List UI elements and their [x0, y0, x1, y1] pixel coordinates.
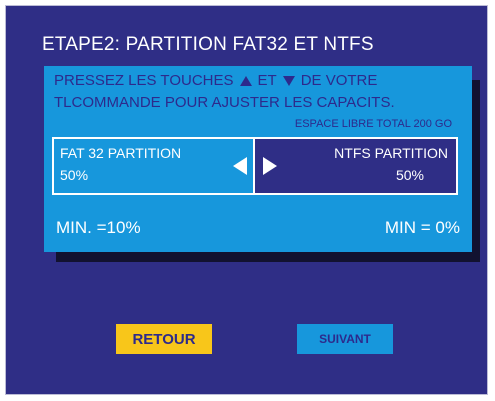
- partition-split-control[interactable]: FAT 32 PARTITION 50% NTFS PARTITION 50%: [52, 137, 458, 195]
- ntfs-percent: 50%: [395, 167, 424, 183]
- partition-screen: ETAPE2: PARTITION FAT32 ET NTFS PRESSEZ …: [5, 5, 488, 395]
- arrow-right-icon[interactable]: [263, 157, 277, 175]
- fat32-partition[interactable]: FAT 32 PARTITION 50%: [54, 139, 255, 193]
- instruction-line-2: TLCOMMANDE POUR AJUSTER LES CAPACITS.: [54, 94, 395, 111]
- partition-panel: PRESSEZ LES TOUCHES ET DE VOTRE TLCOMMANDE…: [44, 66, 472, 252]
- ntfs-min-label: MIN = 0%: [384, 218, 460, 237]
- free-space-label: ESPACE LIBRE TOTAL 200 GO: [294, 118, 452, 130]
- fat32-percent: 50%: [60, 167, 89, 183]
- fat32-min-label: MIN. =10%: [56, 218, 141, 237]
- arrow-left-icon[interactable]: [233, 157, 247, 175]
- fat32-label: FAT 32 PARTITION: [60, 145, 182, 161]
- back-button[interactable]: RETOUR: [116, 324, 212, 354]
- triangle-down-icon: [282, 76, 295, 87]
- instruction-text-end: DE VOTRE: [300, 72, 378, 89]
- next-button[interactable]: SUIVANT: [297, 324, 393, 354]
- page-title: ETAPE2: PARTITION FAT32 ET NTFS: [42, 34, 374, 55]
- instruction-text-start: PRESSEZ LES TOUCHES: [54, 72, 234, 89]
- ntfs-label: NTFS PARTITION: [334, 145, 448, 161]
- instruction-text-middle: ET: [257, 72, 277, 89]
- triangle-up-icon: [239, 76, 252, 87]
- instruction-line-1: PRESSEZ LES TOUCHES ET DE VOTRE: [54, 72, 377, 89]
- ntfs-partition[interactable]: NTFS PARTITION 50%: [255, 139, 456, 193]
